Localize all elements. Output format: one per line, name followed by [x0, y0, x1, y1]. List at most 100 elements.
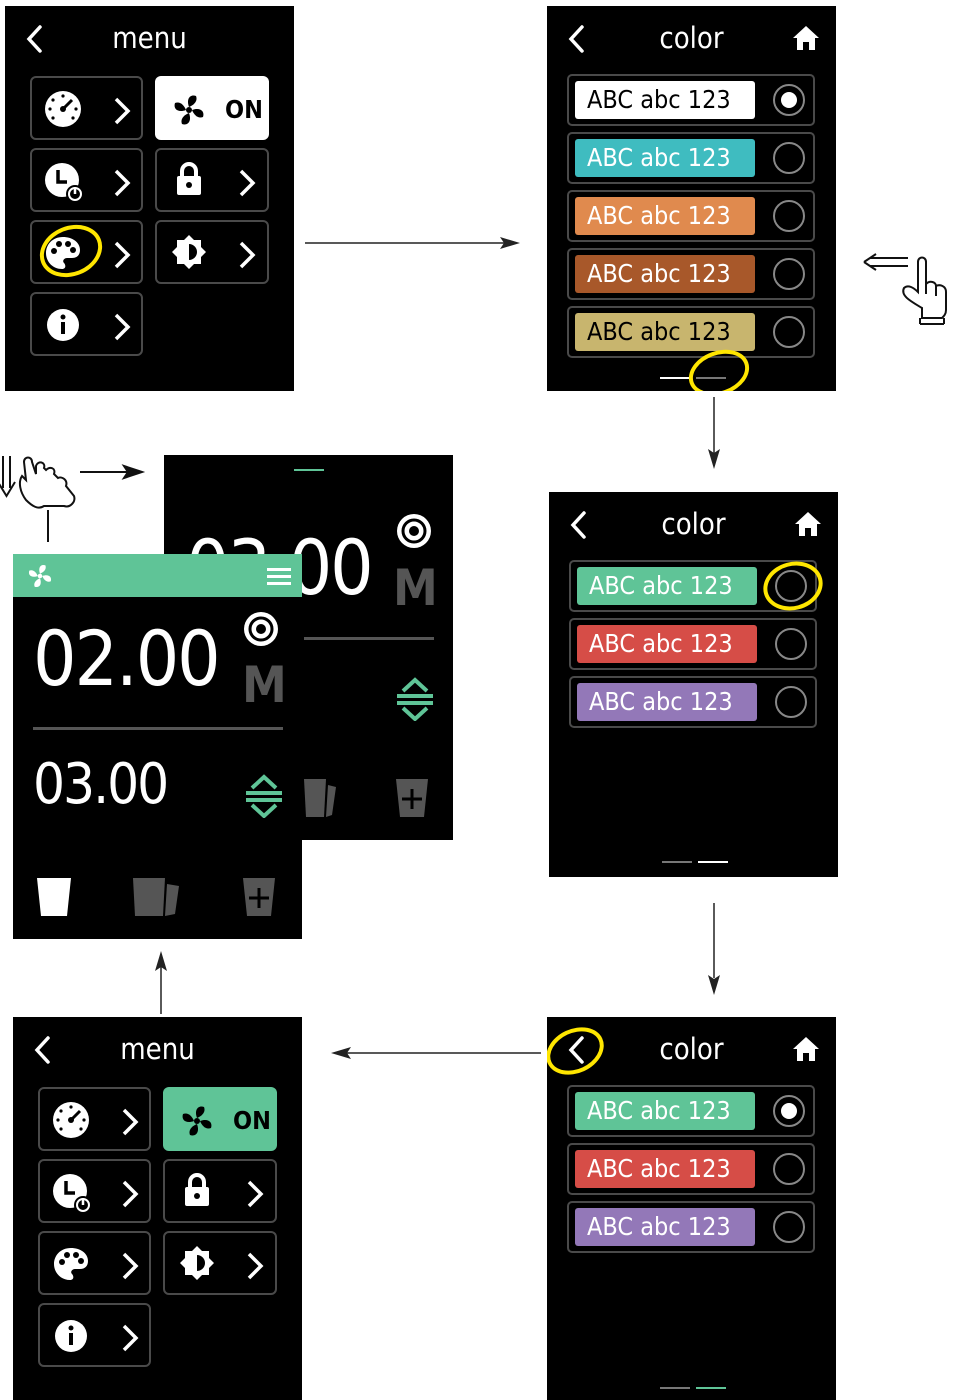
- color-swatch-label: ABC abc 123: [577, 567, 757, 605]
- home-icon[interactable]: [793, 510, 823, 538]
- chevron-right-icon: [122, 1180, 139, 1208]
- updown-icon[interactable]: [244, 774, 284, 818]
- color-screen-selected: color ABC abc 123 ABC abc 123 ABC abc 123: [547, 1017, 836, 1400]
- page-indicator-active: [696, 1387, 726, 1389]
- page-indicator[interactable]: [662, 861, 692, 863]
- radio-button[interactable]: [773, 1153, 805, 1185]
- brightness-menu-button[interactable]: [163, 1231, 277, 1295]
- chevron-right-icon: [114, 313, 131, 341]
- mode-letter: M: [393, 559, 438, 617]
- chevron-right-icon: [247, 1180, 264, 1208]
- color-option-row[interactable]: ABC abc 123: [567, 306, 815, 358]
- speed-menu-button[interactable]: [38, 1087, 151, 1151]
- gauge-icon: [45, 91, 81, 127]
- color-option-row[interactable]: ABC abc 123: [569, 676, 817, 728]
- color-option-row[interactable]: ABC abc 123: [569, 618, 817, 670]
- fan-on-button[interactable]: ON: [163, 1087, 277, 1151]
- gauge-icon: [53, 1102, 89, 1138]
- fan-on-label: ON: [233, 1106, 271, 1135]
- chevron-right-icon: [122, 1108, 139, 1136]
- page-indicator-active: [660, 377, 690, 379]
- pull-indicator[interactable]: [294, 469, 324, 471]
- target-icon[interactable]: [243, 611, 279, 647]
- color-swatch-label: ABC abc 123: [575, 197, 755, 235]
- updown-icon[interactable]: [395, 677, 435, 721]
- color-menu-button[interactable]: [38, 1231, 151, 1295]
- radio-button[interactable]: [773, 316, 805, 348]
- color-swatch-label: ABC abc 123: [575, 1208, 755, 1246]
- speed-menu-button[interactable]: [30, 76, 143, 140]
- brightness-icon: [172, 235, 206, 269]
- chevron-right-icon: [114, 169, 131, 197]
- home-icon[interactable]: [791, 1035, 821, 1063]
- chevron-right-icon: [114, 241, 131, 269]
- color-option-row[interactable]: ABC abc 123: [567, 74, 815, 126]
- mode-letter: M: [242, 656, 287, 714]
- target-icon[interactable]: [396, 513, 432, 549]
- chevron-right-icon: [247, 1252, 264, 1280]
- fan-icon[interactable]: [27, 563, 53, 589]
- color-swatch-label: ABC abc 123: [575, 1092, 755, 1130]
- radio-button[interactable]: [773, 200, 805, 232]
- radio-selected[interactable]: [773, 84, 805, 116]
- lock-icon: [185, 1173, 209, 1206]
- timer-menu-button[interactable]: [30, 148, 143, 212]
- color-option-row[interactable]: ABC abc 123: [567, 1085, 815, 1137]
- fan-on-button[interactable]: ON: [155, 76, 269, 140]
- menu-title: menu: [120, 1032, 195, 1066]
- cup-large-icon[interactable]: [302, 775, 338, 819]
- page-indicator-active: [698, 861, 728, 863]
- lock-menu-button[interactable]: [155, 148, 269, 212]
- radio-button[interactable]: [773, 1211, 805, 1243]
- timer-menu-button[interactable]: [38, 1159, 151, 1223]
- highlight-circle: [547, 1018, 612, 1084]
- page-indicator[interactable]: [660, 1387, 690, 1389]
- color-swatch-label: ABC abc 123: [575, 255, 755, 293]
- flow-arrow-left: [331, 1047, 541, 1059]
- brightness-icon: [180, 1246, 214, 1280]
- menu-title: menu: [112, 21, 187, 55]
- fan-icon: [174, 95, 204, 125]
- color-option-row[interactable]: ABC abc 123: [567, 132, 815, 184]
- cup-small-icon[interactable]: [35, 874, 73, 918]
- timer-power-icon: [53, 1174, 92, 1214]
- cup-large-icon[interactable]: [131, 874, 183, 918]
- swipe-down-hand-icon: [0, 456, 146, 542]
- color-swatch-label: ABC abc 123: [577, 683, 757, 721]
- home-icon[interactable]: [791, 24, 821, 52]
- home-header-bar: [13, 554, 302, 597]
- flow-arrow-down: [708, 903, 720, 995]
- color-option-row[interactable]: ABC abc 123: [567, 190, 815, 242]
- radio-button[interactable]: [775, 686, 807, 718]
- color-option-row[interactable]: ABC abc 123: [567, 1143, 815, 1195]
- add-cup-icon[interactable]: [394, 775, 430, 819]
- radio-selected[interactable]: [773, 1095, 805, 1127]
- hamburger-menu-icon[interactable]: [267, 566, 291, 586]
- add-cup-icon[interactable]: [241, 874, 277, 918]
- color-swatch-label: ABC abc 123: [575, 313, 755, 351]
- info-icon: [47, 309, 79, 341]
- second-time-display: 03.00: [33, 752, 169, 817]
- color-option-row[interactable]: ABC abc 123: [567, 1201, 815, 1253]
- main-time-display: 02.00: [33, 614, 221, 703]
- brightness-menu-button[interactable]: [155, 220, 269, 284]
- menu-screen-initial: menu ON: [5, 6, 294, 391]
- timer-power-icon: [45, 163, 84, 203]
- radio-button[interactable]: [773, 142, 805, 174]
- radio-button[interactable]: [773, 258, 805, 290]
- fan-on-label: ON: [225, 95, 263, 124]
- color-swatch-label: ABC abc 123: [577, 625, 757, 663]
- swipe-left-hand-icon: [863, 253, 947, 325]
- radio-button[interactable]: [775, 628, 807, 660]
- home-screen-front: 02.00 M 03.00: [13, 554, 302, 939]
- lock-menu-button[interactable]: [163, 1159, 277, 1223]
- info-icon: [55, 1320, 87, 1352]
- color-swatch-label: ABC abc 123: [575, 81, 755, 119]
- color-option-row[interactable]: ABC abc 123: [567, 248, 815, 300]
- color-swatch-label: ABC abc 123: [575, 139, 755, 177]
- info-menu-button[interactable]: [38, 1303, 151, 1367]
- flow-arrow-down: [708, 397, 720, 469]
- lock-icon: [177, 162, 201, 195]
- info-menu-button[interactable]: [30, 292, 143, 356]
- chevron-right-icon: [239, 241, 256, 269]
